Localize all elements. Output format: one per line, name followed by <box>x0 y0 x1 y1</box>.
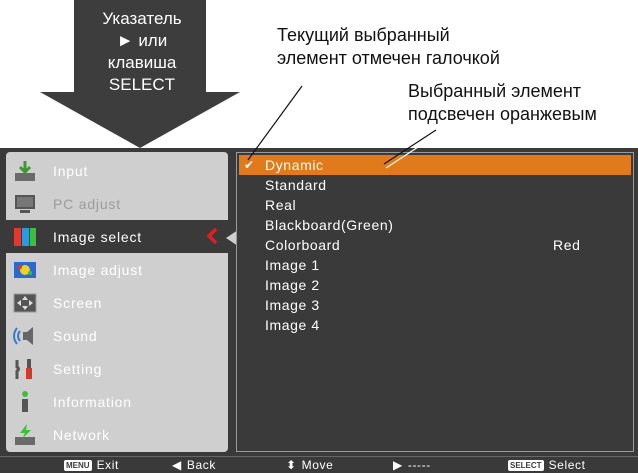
sound-icon <box>11 323 39 349</box>
option-colorboard[interactable]: Colorboard Red <box>239 235 631 255</box>
sidebar-item-label: Network <box>53 426 110 443</box>
sidebar-item-label: Sound <box>53 327 98 344</box>
option-label: Image 2 <box>265 277 320 293</box>
pointer-caption-line: Указатель <box>102 9 182 28</box>
footer-exit[interactable]: MENU Exit <box>64 458 119 472</box>
option-image-4[interactable]: Image 4 <box>239 315 631 335</box>
information-icon <box>11 389 39 415</box>
option-label: Real <box>265 197 297 213</box>
pointer-caption-line: клавиша <box>107 53 177 72</box>
footer-label: Move <box>301 458 334 472</box>
footer-next[interactable]: ▶ ----- <box>393 458 431 472</box>
footer-label: Select <box>548 458 586 472</box>
main-menu-sidebar: Input PC adjust Image select Image adjus… <box>6 152 228 452</box>
sidebar-item-label: Setting <box>53 360 103 377</box>
sidebar-item-image-select[interactable]: Image select <box>6 220 228 253</box>
sidebar-item-label: Image select <box>53 228 142 245</box>
option-label: Blackboard(Green) <box>265 217 394 233</box>
option-label: Image 3 <box>265 297 320 313</box>
screen-icon <box>11 290 39 316</box>
footer-label: Exit <box>96 458 119 472</box>
sidebar-item-network[interactable]: Network <box>6 418 228 451</box>
arrow-right-icon: ▶ <box>393 458 403 472</box>
sidebar-item-setting[interactable]: Setting <box>6 352 228 385</box>
option-label: Image 4 <box>265 317 320 333</box>
image-adjust-icon <box>11 257 39 283</box>
footer-back[interactable]: ◀ Back <box>172 458 216 472</box>
image-select-icon <box>11 224 39 250</box>
sidebar-item-label: Screen <box>53 294 103 311</box>
arrow-left-icon: ◀ <box>172 458 182 472</box>
sidebar-item-sound[interactable]: Sound <box>6 319 228 352</box>
option-label: Standard <box>265 177 327 193</box>
menu-key-icon: MENU <box>64 459 92 471</box>
footer-label: ----- <box>407 458 431 472</box>
sidebar-item-label: Information <box>53 393 132 410</box>
footer-move[interactable]: ⬍ Move <box>286 458 333 472</box>
select-key-icon: SELECT <box>508 459 544 471</box>
option-value: Red <box>553 237 581 253</box>
sidebar-item-pc-adjust[interactable]: PC adjust <box>6 187 228 220</box>
option-label: Image 1 <box>265 257 320 273</box>
up-down-arrow-icon: ⬍ <box>286 458 297 472</box>
callout-current-selection: Текущий выбранный элемент отмечен галочк… <box>277 24 577 70</box>
option-blackboard-green[interactable]: Blackboard(Green) <box>239 215 631 235</box>
callout-highlight: Выбранный элемент подсвечен оранжевым <box>408 80 638 126</box>
setting-icon <box>11 356 39 382</box>
sidebar-item-label: Input <box>53 162 89 179</box>
callout-line: Выбранный элемент <box>408 81 582 101</box>
option-label: Colorboard <box>265 237 341 253</box>
callout-line: подсвечен оранжевым <box>408 104 597 124</box>
pc-adjust-icon <box>11 191 39 217</box>
option-standard[interactable]: Standard <box>239 175 631 195</box>
callout-line: Текущий выбранный <box>277 25 450 45</box>
sidebar-item-input[interactable]: Input <box>6 154 228 187</box>
callout-line: элемент отмечен галочкой <box>277 48 500 68</box>
option-image-1[interactable]: Image 1 <box>239 255 631 275</box>
option-label: Dynamic <box>265 157 324 173</box>
option-image-2[interactable]: Image 2 <box>239 275 631 295</box>
pointer-caption-line: SELECT <box>108 75 176 94</box>
projector-menu: Input PC adjust Image select Image adjus… <box>0 148 638 456</box>
footer-guide: MENU Exit ◀ Back ⬍ Move ▶ ----- SELECT S… <box>0 456 638 473</box>
option-real[interactable]: Real <box>239 195 631 215</box>
sidebar-item-screen[interactable]: Screen <box>6 286 228 319</box>
input-icon <box>11 158 39 184</box>
sidebar-item-label: PC adjust <box>53 195 121 212</box>
footer-label: Back <box>186 458 216 472</box>
option-image-3[interactable]: Image 3 <box>239 295 631 315</box>
option-dynamic[interactable]: ✔ Dynamic <box>239 155 631 175</box>
sidebar-item-label: Image adjust <box>53 261 143 278</box>
pointer-caption: Указатель ► или клавиша SELECT <box>74 8 210 96</box>
network-icon <box>11 422 39 448</box>
checkmark-icon: ✔ <box>244 158 255 172</box>
pointer-caption-line: ► или <box>116 31 168 50</box>
sidebar-item-image-adjust[interactable]: Image adjust <box>6 253 228 286</box>
chevron-left-icon <box>206 227 218 249</box>
image-select-submenu: ✔ Dynamic Standard Real Blackboard(Green… <box>236 152 634 452</box>
footer-select[interactable]: SELECT Select <box>508 458 586 472</box>
sidebar-item-information[interactable]: Information <box>6 385 228 418</box>
